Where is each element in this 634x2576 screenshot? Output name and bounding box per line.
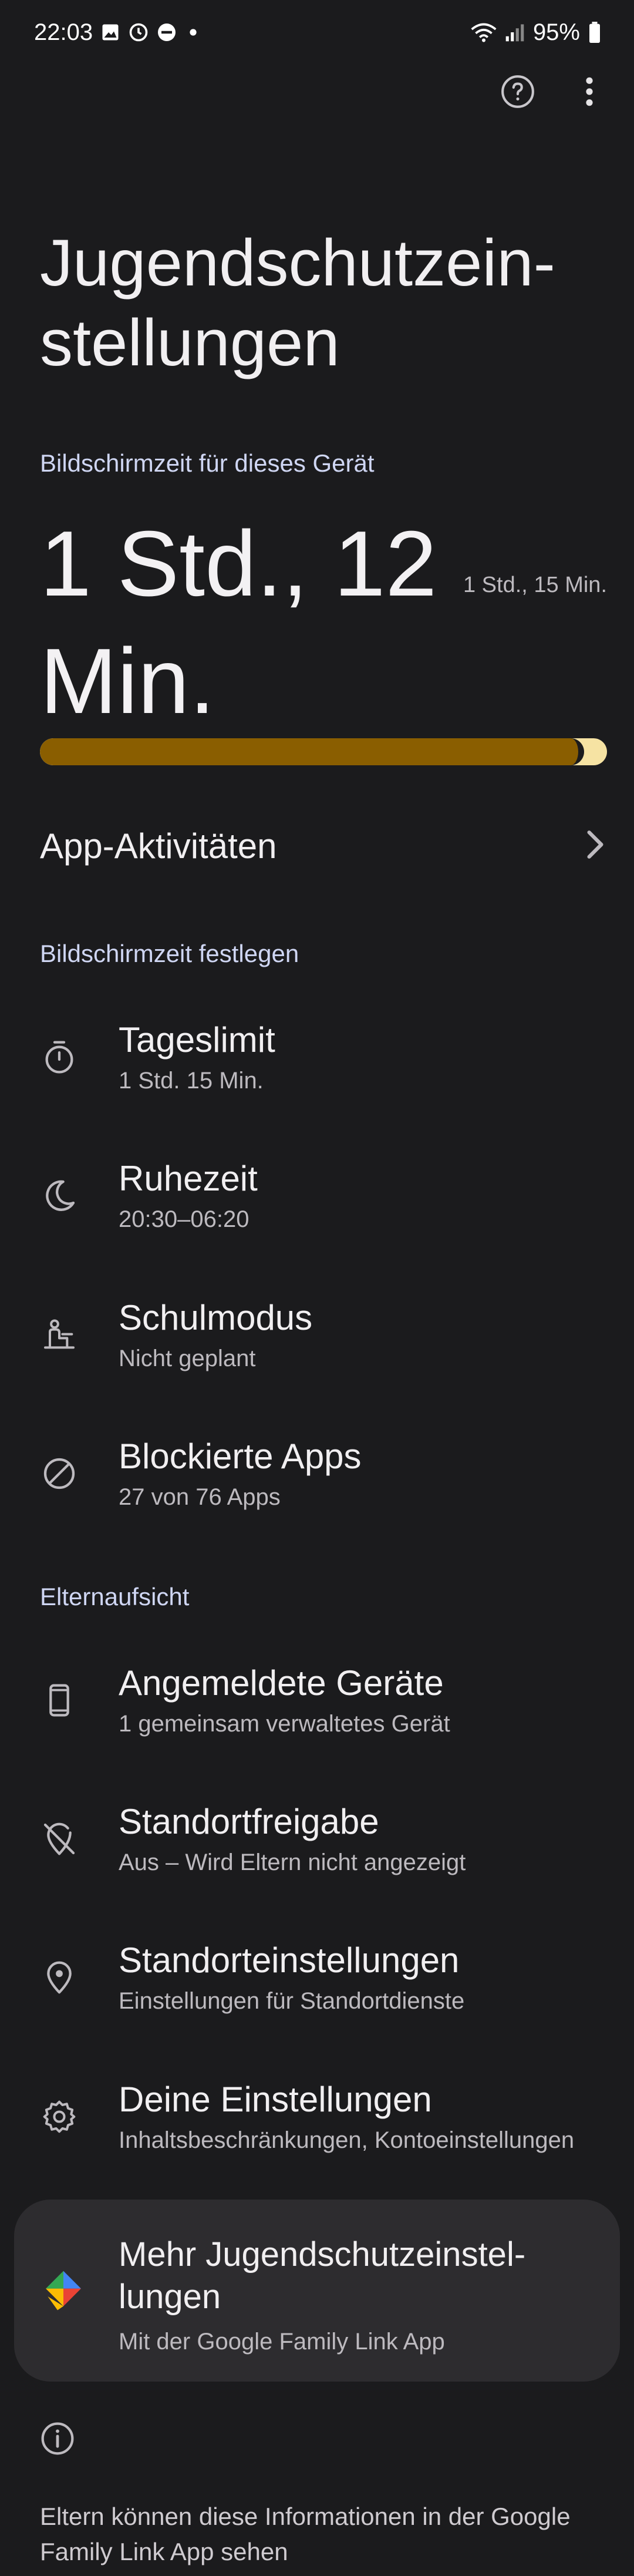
list-item-title: Schulmodus [119,1298,313,1337]
app-activity-label: App-Aktivitäten [40,826,277,866]
family-link-card[interactable]: Mehr Jugendschutzeinstel- lungen Mit der… [14,2200,620,2382]
list-item-daily-limit[interactable]: Tageslimit 1 Std. 15 Min. [0,996,634,1119]
location-pin-icon [39,1957,80,1998]
screen-time-progress-fill [40,738,585,765]
list-item-signed-in-devices[interactable]: Angemeldete Geräte 1 gemeinsam verwaltet… [0,1639,634,1762]
school-desk-icon [39,1314,80,1356]
list-item-texts: Schulmodus Nicht geplant [119,1296,611,1374]
list-item-texts: Tageslimit 1 Std. 15 Min. [119,1018,611,1097]
moon-icon [39,1175,80,1216]
list-item-title: Deine Einstellungen [119,2080,432,2119]
more-options-icon[interactable] [568,70,611,113]
family-link-card-title: Mehr Jugendschutzeinstel- lungen [119,2235,526,2316]
list-item-texts: Blockierte Apps 27 von 76 Apps [119,1434,611,1513]
family-link-icon [40,2267,87,2314]
list-item-subtitle: Aus – Wird Eltern nicht angezeigt [119,1849,466,1875]
list-item-subtitle: Einstellungen für Standortdienste [119,1988,465,2014]
status-left: 22:03 [34,19,202,46]
battery-icon [588,22,601,43]
parental-controls-screen: 22:03 95% Jugendschutzein- stellungen Bi… [0,0,634,2576]
screen-time-used: 1 Std., 12 Min. [40,512,437,733]
list-item-location-settings[interactable]: Standorteinstellungen Einstellungen für … [0,1916,634,2039]
parental-supervision-section-label: Elternaufsicht [40,1583,190,1610]
wifi-icon [471,22,497,43]
battery-percentage: 95% [532,19,580,45]
block-icon [39,1453,80,1494]
status-bar: 22:03 95% [0,0,634,65]
alarm-icon [128,22,149,43]
list-item-texts: Standortfreigabe Aus – Wird Eltern nicht… [119,1800,611,1878]
image-icon [100,22,121,43]
app-activity-row[interactable]: App-Aktivitäten [40,811,607,881]
list-item-texts: Ruhezeit 20:30–06:20 [119,1156,611,1235]
timer-icon [39,1037,80,1078]
signal-icon [505,22,525,42]
screen-time-limit: 1 Std., 15 Min. [463,573,607,597]
screen-time-section-label: Bildschirmzeit für dieses Gerät [40,449,375,477]
list-item-subtitle: 1 Std. 15 Min. [119,1068,264,1094]
gear-icon [39,2096,80,2137]
list-item-blocked-apps[interactable]: Blockierte Apps 27 von 76 Apps [0,1412,634,1535]
dnd-icon [156,22,177,43]
phone-icon [39,1680,80,1721]
list-item-title: Angemeldete Geräte [119,1663,444,1703]
family-link-card-subtitle: Mit der Google Family Link App [119,2329,445,2355]
list-item-location-sharing[interactable]: Standortfreigabe Aus – Wird Eltern nicht… [0,1777,634,1901]
list-item-subtitle: 1 gemeinsam verwaltetes Gerät [119,1711,450,1737]
set-screen-time-section-label: Bildschirmzeit festlegen [40,940,299,967]
footer-info-text: Eltern können diese Informationen in der… [40,2503,571,2565]
screen-time-progress-bar [40,738,607,765]
list-item-texts: Deine Einstellungen Inhaltsbeschränkunge… [119,2077,611,2156]
list-item-title: Ruhezeit [119,1159,258,1198]
family-link-card-texts: Mehr Jugendschutzeinstel- lungen Mit der… [119,2234,585,2355]
dot-icon [184,23,202,41]
list-item-title: Tageslimit [119,1020,275,1060]
list-item-subtitle: Inhaltsbeschränkungen, Kontoeinstellunge… [119,2127,575,2153]
list-item-subtitle: 27 von 76 Apps [119,1484,281,1510]
list-item-school-mode[interactable]: Schulmodus Nicht geplant [0,1273,634,1397]
list-item-title: Blockierte Apps [119,1437,362,1476]
list-item-bedtime[interactable]: Ruhezeit 20:30–06:20 [0,1134,634,1257]
list-item-title: Standorteinstellungen [119,1941,460,1980]
list-item-subtitle: 20:30–06:20 [119,1206,249,1232]
list-item-texts: Standorteinstellungen Einstellungen für … [119,1938,611,2017]
status-right: 95% [471,19,601,46]
list-item-your-settings[interactable]: Deine Einstellungen Inhaltsbeschränkunge… [0,2055,634,2178]
list-item-title: Standortfreigabe [119,1802,379,1841]
help-icon[interactable] [497,70,539,113]
chevron-right-icon [584,829,607,863]
page-title: Jugendschutzein- stellungen [40,226,555,379]
location-off-icon [39,1818,80,1859]
list-item-texts: Angemeldete Geräte 1 gemeinsam verwaltet… [119,1661,611,1740]
status-time: 22:03 [34,19,93,45]
top-actions [497,70,611,113]
list-item-subtitle: Nicht geplant [119,1346,256,1371]
info-icon [39,2420,80,2461]
